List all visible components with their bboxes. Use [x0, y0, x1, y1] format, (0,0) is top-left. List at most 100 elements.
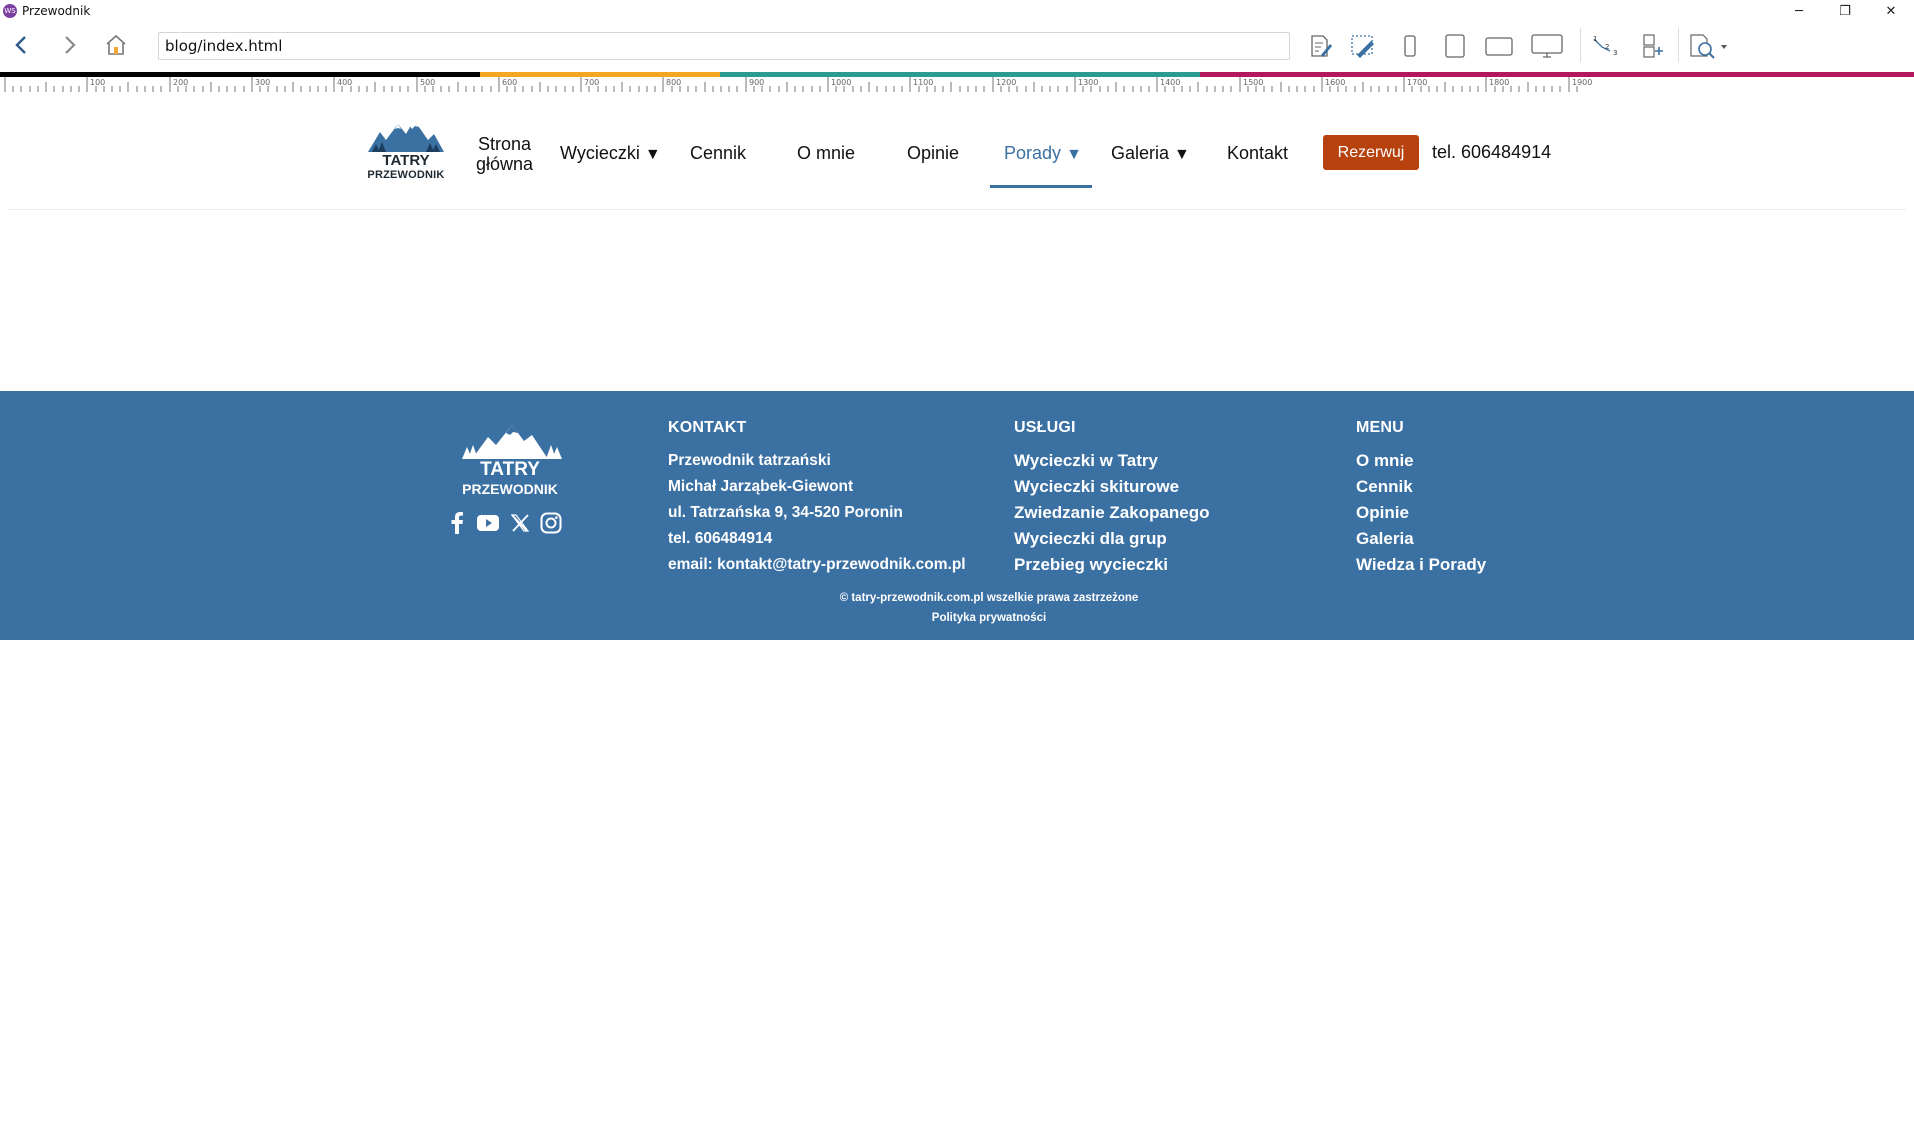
address-bar[interactable]: blog/index.html [158, 32, 1290, 60]
footer-service-link[interactable]: Wycieczki w Tatry [1014, 448, 1210, 474]
footer-contact-heading: KONTAKT [668, 419, 747, 436]
tablet-view-tool[interactable] [1438, 30, 1472, 62]
edit-document-icon [1311, 35, 1332, 57]
svg-text:2: 2 [1605, 43, 1609, 51]
window-controls: ─ ❐ ✕ [1776, 0, 1914, 22]
sequence-icon: 1 2 3 [1593, 35, 1617, 57]
nav-about[interactable]: O mnie [797, 143, 855, 164]
footer-service-link[interactable]: Wycieczki skiturowe [1014, 474, 1210, 500]
select-edit-tool[interactable] [1346, 30, 1380, 62]
select-edit-icon [1351, 35, 1374, 58]
browser-toolbar: blog/index.html 1 2 3 [0, 22, 1914, 72]
nav-tours[interactable]: Wycieczki ▼ [560, 143, 661, 164]
logo-text-tatry: TATRY [382, 152, 430, 169]
window-title: Przewodnik [22, 4, 91, 18]
nav-home-line1: Strona [478, 134, 532, 154]
restore-button[interactable]: ❐ [1822, 0, 1868, 22]
facebook-link[interactable] [444, 510, 470, 536]
phone-view-tool[interactable] [1393, 30, 1427, 62]
youtube-icon [477, 515, 499, 531]
ruler-label: 1100 [913, 78, 933, 87]
svg-text:3: 3 [1613, 49, 1617, 57]
edit-page-tool[interactable] [1303, 30, 1337, 62]
caret-down-icon: ▼ [1174, 146, 1190, 163]
footer-menu-link[interactable]: O mnie [1356, 448, 1486, 474]
arrow-right-icon [65, 36, 76, 54]
home-button[interactable] [101, 31, 131, 59]
ruler-label: 100 [90, 78, 105, 87]
mountain-logo-icon [462, 425, 562, 459]
footer-contact-email[interactable]: email: kontakt@tatry-przewodnik.com.pl [668, 552, 966, 578]
footer-service-link[interactable]: Wycieczki dla grup [1014, 526, 1210, 552]
header-phone[interactable]: tel. 606484914 [1432, 142, 1551, 163]
ruler-label: 1900 [1572, 78, 1592, 87]
minimize-button[interactable]: ─ [1776, 0, 1822, 22]
page-viewport: TATRY PRZEWODNIK Strona główna Wycieczki… [0, 92, 1914, 1134]
toolbar-separator [1678, 28, 1679, 62]
ruler-label: 1200 [996, 78, 1016, 87]
toolbar-separator [1580, 28, 1581, 62]
instagram-link[interactable] [538, 510, 564, 536]
desktop-view-tool[interactable] [1530, 30, 1564, 62]
footer-logo-text-przewodnik: PRZEWODNIK [462, 481, 558, 497]
ruler: 100 200 300 400 500 600 700 800 900 1000 1100 1200 1… [0, 72, 1914, 92]
footer-contact-column: KONTAKT Przewodnik tatrzański Michał Jar… [668, 419, 966, 578]
ruler-label: 1600 [1325, 78, 1345, 87]
nav-reviews[interactable]: Opinie [907, 143, 959, 164]
footer-contact-line: Michał Jarząbek-Giewont [668, 478, 854, 495]
forward-button[interactable] [54, 31, 84, 59]
ruler-ticks: 100 200 300 400 500 600 700 800 900 1000 1100 1200 1… [4, 77, 1592, 92]
site-footer: TATRY PRZEWODNIK KONTAKT Przewodnik tatr… [0, 391, 1914, 640]
footer-menu-link[interactable]: Galeria [1356, 526, 1486, 552]
back-button[interactable] [7, 31, 37, 59]
footer-menu-link[interactable]: Wiedza i Porady [1356, 552, 1486, 578]
footer-services-column: USŁUGI Wycieczki w Tatry Wycieczki skitu… [1014, 419, 1210, 578]
x-twitter-link[interactable] [507, 510, 533, 536]
x-twitter-icon [510, 514, 530, 532]
ruler-label: 600 [502, 78, 517, 87]
title-bar: WS Przewodnik ─ ❐ ✕ [0, 0, 1914, 22]
nav-pricing[interactable]: Cennik [690, 143, 746, 164]
ruler-label: 1400 [1160, 78, 1180, 87]
footer-contact-phone[interactable]: tel. 606484914 [668, 526, 966, 552]
youtube-link[interactable] [475, 510, 501, 536]
arrow-left-icon [15, 36, 26, 54]
preview-dropdown-tool[interactable] [1684, 30, 1734, 62]
footer-contact-line: ul. Tatrzańska 9, 34-520 Poronin [668, 504, 903, 521]
footer-service-link[interactable]: Przebieg wycieczki [1014, 552, 1210, 578]
site-logo[interactable]: TATRY PRZEWODNIK [366, 118, 446, 184]
app-icon: WS [3, 4, 17, 18]
footer-services-heading: USŁUGI [1014, 419, 1076, 436]
logo-text-przewodnik: PRZEWODNIK [367, 169, 445, 181]
ruler-label: 400 [337, 78, 352, 87]
footer-service-link[interactable]: Zwiedzanie Zakopanego [1014, 500, 1210, 526]
ruler-label: 800 [666, 78, 681, 87]
nav-gallery[interactable]: Galeria ▼ [1111, 143, 1190, 164]
nav-tips[interactable]: Porady ▼ [1004, 143, 1082, 164]
tablet-landscape-view-tool[interactable] [1482, 30, 1516, 62]
reserve-button[interactable]: Rezerwuj [1323, 135, 1419, 170]
preview-search-icon [1690, 34, 1727, 59]
ruler-label: 500 [420, 78, 435, 87]
footer-menu-heading: MENU [1356, 419, 1404, 436]
footer-logo[interactable]: TATRY PRZEWODNIK [458, 423, 562, 499]
footer-menu-link[interactable]: Opinie [1356, 500, 1486, 526]
components-tool[interactable] [1635, 30, 1669, 62]
caret-down-icon: ▼ [644, 146, 661, 163]
close-button[interactable]: ✕ [1868, 0, 1914, 22]
numbering-tool[interactable]: 1 2 3 [1588, 30, 1622, 62]
home-icon [106, 34, 126, 55]
tablet-icon [1445, 34, 1465, 58]
privacy-policy-link[interactable]: Polityka prywatności [0, 612, 1914, 624]
nav-home[interactable]: Strona główna [476, 134, 533, 174]
footer-menu-column: MENU O mnie Cennik Opinie Galeria Wiedza… [1356, 419, 1486, 578]
footer-menu-link[interactable]: Cennik [1356, 474, 1486, 500]
monitor-icon [1531, 34, 1563, 58]
ruler-label: 1700 [1407, 78, 1427, 87]
nav-contact[interactable]: Kontakt [1227, 143, 1288, 164]
header-divider [8, 209, 1906, 210]
svg-text:1: 1 [1593, 35, 1597, 43]
ruler-label: 200 [173, 78, 188, 87]
ruler-label: 1800 [1489, 78, 1509, 87]
footer-contact-line: Przewodnik tatrzański [668, 452, 831, 469]
